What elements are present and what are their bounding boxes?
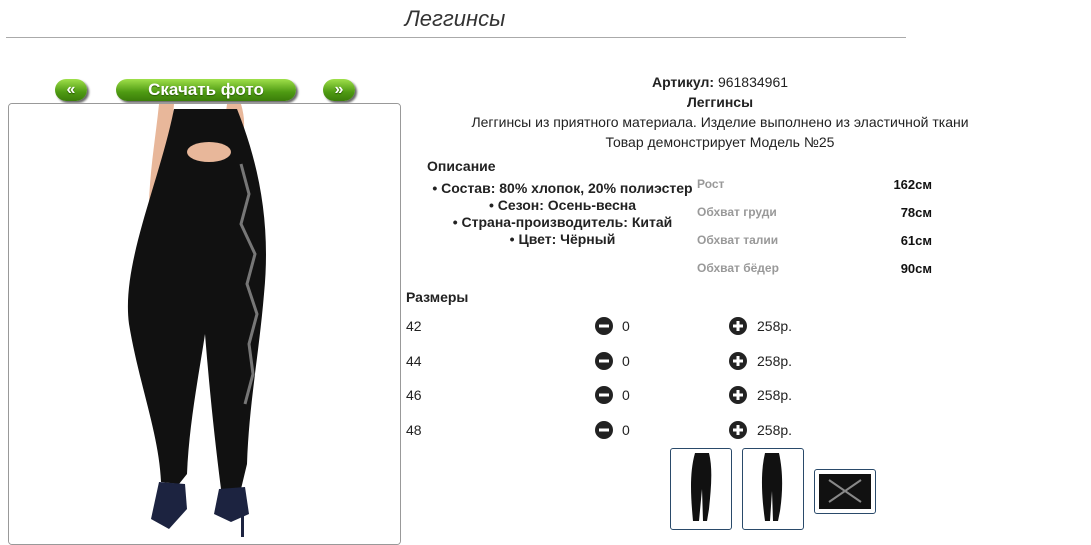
quantity-value: 0: [622, 387, 630, 403]
size-row: 44 0 258р.: [406, 351, 826, 371]
measurement-label: Обхват бёдер: [697, 261, 779, 275]
product-description: Леггинсы из приятного материала. Изделие…: [471, 114, 969, 130]
measurement-row: Рост 162см: [697, 177, 937, 197]
photo-thumbnail[interactable]: [670, 448, 732, 530]
detail-item: • Состав: 80% хлопок, 20% полиэстер: [432, 180, 693, 196]
prev-photo-button[interactable]: «: [55, 79, 87, 101]
plus-icon[interactable]: [729, 317, 747, 335]
size-label: 46: [406, 387, 422, 403]
minus-icon[interactable]: [595, 421, 613, 439]
size-label: 42: [406, 318, 422, 334]
detail-item: • Страна-производитель: Китай: [452, 214, 673, 230]
measurement-row: Обхват бёдер 90см: [697, 261, 937, 281]
product-photo: [8, 103, 401, 545]
price-value: 258р.: [757, 387, 793, 403]
article-value: 961834961: [717, 74, 789, 90]
measurement-row: Обхват талии 61см: [697, 233, 937, 253]
quantity-value: 0: [622, 353, 630, 369]
price-value: 258р.: [757, 422, 793, 438]
product-info: Артикул: 961834961 Леггинсы Леггинсы из …: [410, 72, 1030, 152]
download-photo-button[interactable]: Скачать фото: [116, 79, 296, 101]
sizes-title: Размеры: [406, 289, 469, 305]
photo-thumbnail[interactable]: [814, 469, 876, 514]
photo-thumbnail[interactable]: [742, 448, 804, 530]
measurement-label: Обхват груди: [697, 205, 777, 219]
measurement-label: Обхват талии: [697, 233, 779, 247]
title-divider: [6, 37, 906, 38]
measurement-value: 162см: [893, 177, 932, 192]
price-value: 258р.: [757, 318, 793, 334]
details-title: Описание: [427, 158, 496, 174]
plus-icon[interactable]: [729, 421, 747, 439]
quantity-value: 0: [622, 422, 630, 438]
price-value: 258р.: [757, 353, 793, 369]
page-title: Леггинсы: [404, 6, 506, 31]
plus-icon[interactable]: [729, 352, 747, 370]
measurement-value: 61см: [900, 233, 932, 248]
measurement-value: 90см: [900, 261, 932, 276]
model-note: Товар демонстрирует Модель №25: [605, 134, 835, 150]
product-name: Леггинсы: [686, 94, 754, 110]
minus-icon[interactable]: [595, 352, 613, 370]
size-label: 48: [406, 422, 422, 438]
measurement-row: Обхват груди 78см: [697, 205, 937, 225]
minus-icon[interactable]: [595, 386, 613, 404]
next-photo-button[interactable]: »: [323, 79, 355, 101]
size-row: 46 0 258р.: [406, 385, 826, 405]
measurement-value: 78см: [900, 205, 932, 220]
quantity-value: 0: [622, 318, 630, 334]
detail-item: • Цвет: Чёрный: [509, 231, 616, 247]
measurement-label: Рост: [697, 177, 725, 191]
details-list: • Состав: 80% хлопок, 20% полиэстер • Се…: [420, 180, 705, 248]
size-label: 44: [406, 353, 422, 369]
article-label: Артикул:: [651, 74, 715, 90]
detail-item: • Сезон: Осень-весна: [488, 197, 637, 213]
plus-icon[interactable]: [729, 386, 747, 404]
minus-icon[interactable]: [595, 317, 613, 335]
size-row: 42 0 258р.: [406, 316, 826, 336]
size-row: 48 0 258р.: [406, 420, 826, 440]
